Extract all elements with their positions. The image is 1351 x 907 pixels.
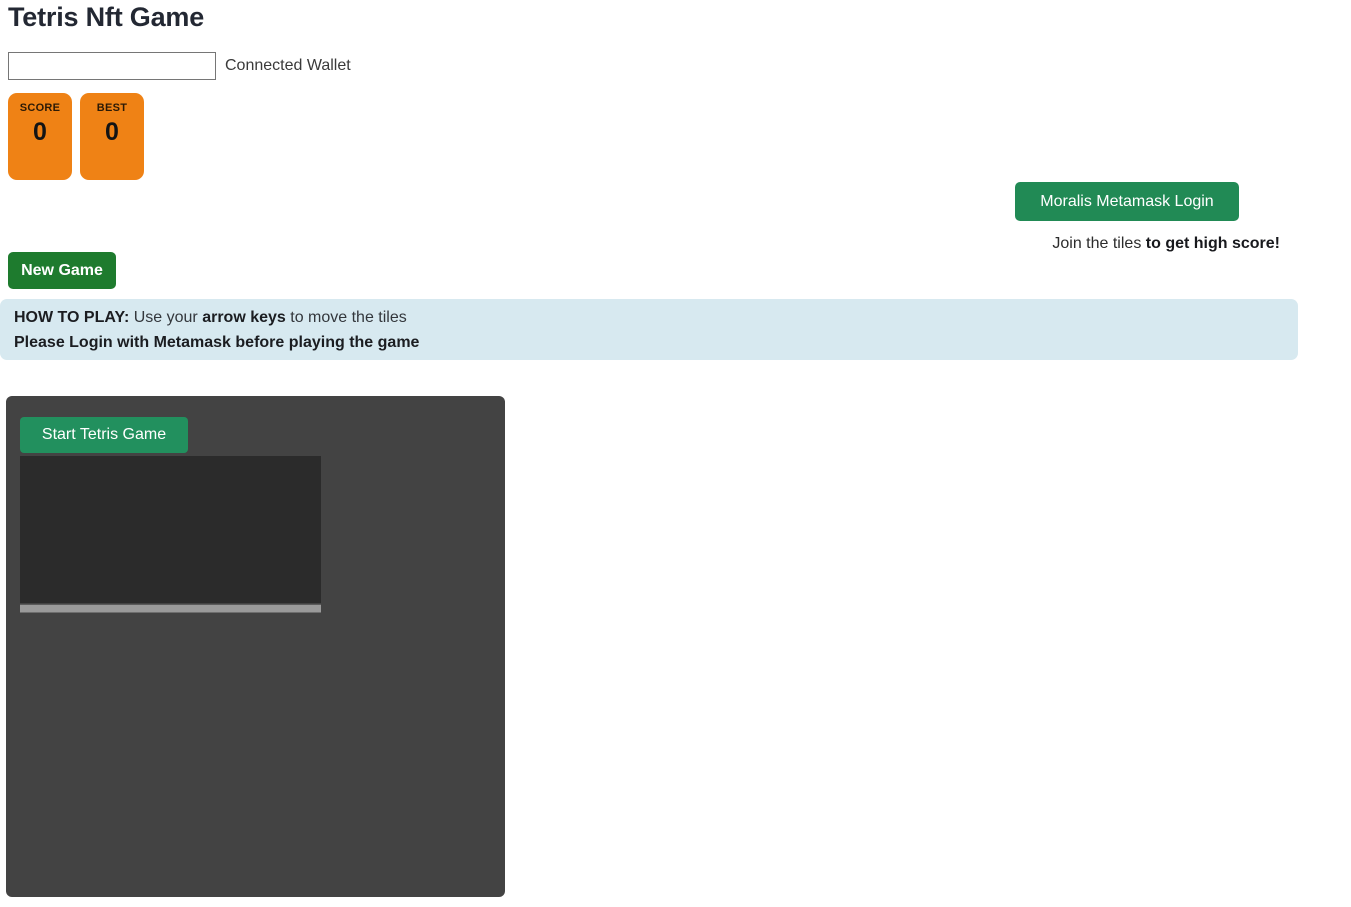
how-to-play-panel: HOW TO PLAY: Use your arrow keys to move…	[0, 299, 1298, 360]
new-game-button[interactable]: New Game	[8, 252, 116, 289]
connected-wallet-label: Connected Wallet	[225, 57, 351, 74]
connected-wallet-input[interactable]	[8, 52, 216, 80]
tagline: Join the tiles to get high score!	[900, 233, 1280, 255]
best-label: BEST	[96, 102, 128, 114]
canvas-horizontal-scrollbar[interactable]	[20, 604, 321, 613]
score-box-score: SCORE 0	[8, 93, 72, 180]
game-container: Start Tetris Game	[6, 396, 505, 897]
tagline-bold: to get high score!	[1145, 235, 1280, 252]
arrow-keys-emphasis: arrow keys	[202, 309, 286, 326]
tagline-normal: Join the tiles	[1052, 235, 1146, 252]
how-to-play-prefix: HOW TO PLAY:	[14, 309, 130, 326]
login-warning-text: Please Login with Metamask before playin…	[14, 334, 420, 351]
page-title: Tetris Nft Game	[8, 2, 205, 32]
tetris-canvas[interactable]	[20, 456, 321, 603]
best-value: 0	[105, 118, 119, 146]
score-row: SCORE 0 BEST 0	[8, 93, 144, 180]
how-to-play-line-1: HOW TO PLAY: Use your arrow keys to move…	[14, 305, 1284, 330]
how-to-play-text-b: to move the tiles	[285, 309, 407, 326]
how-to-play-text-a: Use your	[129, 309, 203, 326]
score-label: SCORE	[19, 102, 61, 114]
moralis-metamask-login-button[interactable]: Moralis Metamask Login	[1015, 182, 1239, 221]
score-value: 0	[33, 118, 47, 146]
score-box-best: BEST 0	[80, 93, 144, 180]
wallet-row: Connected Wallet	[8, 52, 351, 80]
start-tetris-game-button[interactable]: Start Tetris Game	[20, 417, 188, 453]
